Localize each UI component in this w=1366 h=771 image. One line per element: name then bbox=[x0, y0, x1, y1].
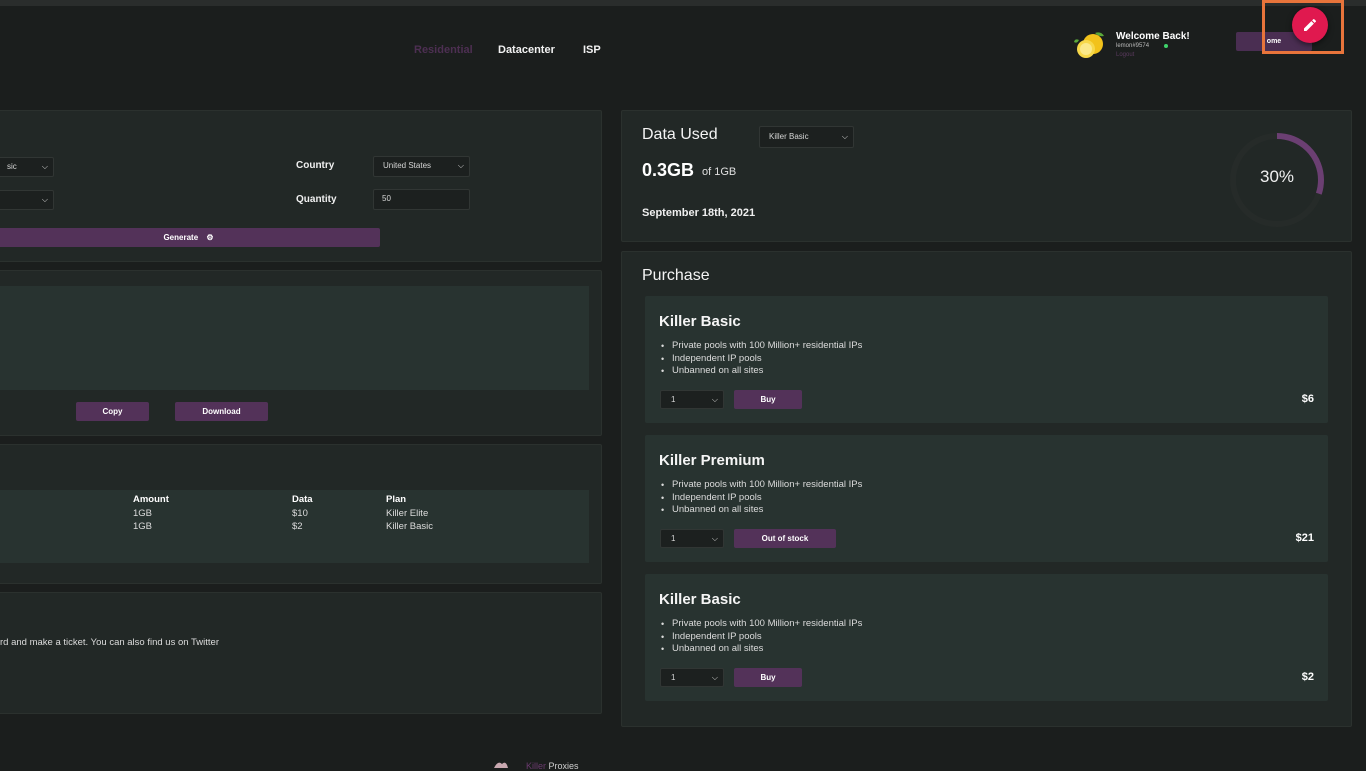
chevron-down-icon: ⌵ bbox=[41, 195, 48, 204]
plan-select-value: sic bbox=[7, 162, 17, 171]
plan-price: $2 bbox=[1301, 671, 1314, 683]
list-item: Private pools with 100 Million+ resident… bbox=[661, 479, 862, 492]
plan-card: Killer Premium Private pools with 100 Mi… bbox=[645, 435, 1328, 562]
highlight-box bbox=[1262, 0, 1344, 54]
list-item: Private pools with 100 Million+ resident… bbox=[661, 340, 862, 353]
buy-button[interactable]: Buy bbox=[734, 390, 802, 409]
plan-card: Killer Basic Private pools with 100 Mill… bbox=[645, 296, 1328, 423]
top-strip bbox=[0, 0, 1366, 6]
plan-feature-list: Private pools with 100 Million+ resident… bbox=[661, 340, 862, 378]
usage-plan-select[interactable]: Killer Basic ⌵ bbox=[759, 126, 854, 148]
history-table: Amount Data Plan 1GB $10 Killer Elite 1G… bbox=[0, 490, 589, 563]
plan-quantity-select[interactable]: 1 ⌵ bbox=[660, 668, 724, 687]
buy-button[interactable]: Buy bbox=[734, 668, 802, 687]
list-item: Unbanned on all sites bbox=[661, 365, 862, 378]
chevron-down-icon: ⌵ bbox=[711, 395, 718, 404]
usage-percent-label: 30% bbox=[1259, 167, 1295, 186]
support-panel bbox=[0, 592, 602, 714]
lemon-avatar-icon[interactable] bbox=[1073, 30, 1107, 60]
list-item: Independent IP pools bbox=[661, 353, 862, 366]
online-status-dot bbox=[1164, 44, 1168, 48]
country-label: Country bbox=[296, 160, 335, 171]
copy-button[interactable]: Copy bbox=[76, 402, 149, 421]
list-item: Independent IP pools bbox=[661, 631, 862, 644]
plan-quantity-select[interactable]: 1 ⌵ bbox=[660, 390, 724, 409]
welcome-text: Welcome Back! bbox=[1116, 31, 1190, 42]
plan-quantity-value: 1 bbox=[671, 395, 676, 404]
list-item: Unbanned on all sites bbox=[661, 504, 862, 517]
type-select[interactable]: ⌵ bbox=[0, 190, 54, 210]
footer-brand-accent: Killer bbox=[526, 761, 547, 771]
nav-isp[interactable]: ISP bbox=[583, 44, 601, 56]
chevron-down-icon: ⌵ bbox=[711, 673, 718, 682]
footer-brand-rest: Proxies bbox=[546, 761, 579, 771]
list-item: Unbanned on all sites bbox=[661, 643, 862, 656]
country-select-value: United States bbox=[383, 161, 432, 170]
chevron-down-icon: ⌵ bbox=[41, 162, 48, 171]
plan-card-title: Killer Premium bbox=[659, 452, 765, 469]
table-cell: Killer Basic bbox=[386, 521, 433, 532]
table-cell: $2 bbox=[292, 521, 303, 532]
plan-quantity-value: 1 bbox=[671, 534, 676, 543]
usage-plan-value: Killer Basic bbox=[769, 132, 809, 141]
logout-link[interactable]: Logout bbox=[1116, 52, 1134, 58]
chevron-down-icon: ⌵ bbox=[457, 161, 464, 170]
list-item: Private pools with 100 Million+ resident… bbox=[661, 618, 862, 631]
nav-residential[interactable]: Residential bbox=[414, 44, 473, 56]
brand-logo-icon bbox=[494, 762, 508, 768]
purchase-title: Purchase bbox=[642, 267, 710, 284]
output-panel: Copy Download bbox=[0, 270, 602, 436]
plan-card: Killer Basic Private pools with 100 Mill… bbox=[645, 574, 1328, 701]
username: lemon#9574 bbox=[1116, 43, 1150, 49]
column-plan: Plan bbox=[386, 494, 407, 505]
chevron-down-icon: ⌵ bbox=[841, 132, 848, 141]
quantity-input[interactable]: 50 bbox=[373, 189, 470, 210]
plan-price: $21 bbox=[1295, 532, 1314, 544]
data-used-title: Data Used bbox=[642, 126, 718, 143]
nav-datacenter[interactable]: Datacenter bbox=[498, 44, 555, 56]
plan-price: $6 bbox=[1301, 393, 1314, 405]
generate-button[interactable]: Generate ⚙ bbox=[0, 228, 380, 247]
plan-select[interactable]: sic ⌵ bbox=[0, 157, 54, 177]
out-of-stock-button[interactable]: Out of stock bbox=[734, 529, 836, 548]
generate-label: Generate bbox=[163, 233, 199, 242]
table-cell: 1GB bbox=[133, 508, 153, 519]
proxy-output-area[interactable] bbox=[0, 286, 589, 390]
table-cell: Killer Elite bbox=[386, 508, 429, 519]
chevron-down-icon: ⌵ bbox=[711, 534, 718, 543]
plan-feature-list: Private pools with 100 Million+ resident… bbox=[661, 618, 862, 656]
data-used-amount: 0.3GB bbox=[642, 160, 695, 180]
quantity-label: Quantity bbox=[296, 194, 337, 205]
column-amount: Amount bbox=[133, 494, 169, 505]
plan-quantity-value: 1 bbox=[671, 673, 676, 682]
plan-feature-list: Private pools with 100 Million+ resident… bbox=[661, 479, 862, 517]
usage-date: September 18th, 2021 bbox=[642, 207, 756, 219]
table-cell: $10 bbox=[292, 508, 308, 519]
support-text: rd and make a ticket. You can also find … bbox=[0, 637, 219, 648]
plan-quantity-select[interactable]: 1 ⌵ bbox=[660, 529, 724, 548]
download-button[interactable]: Download bbox=[175, 402, 268, 421]
column-data: Data bbox=[292, 494, 313, 505]
footer-brand: Killer Proxies bbox=[526, 761, 579, 771]
plan-card-title: Killer Basic bbox=[659, 313, 741, 330]
data-total-text: of 1GB bbox=[702, 166, 737, 178]
country-select[interactable]: United States ⌵ bbox=[373, 156, 470, 177]
generator-panel: sic ⌵ ⌵ Country United States ⌵ Quantity… bbox=[0, 110, 602, 262]
list-item: Independent IP pools bbox=[661, 492, 862, 505]
table-cell: 1GB bbox=[133, 521, 153, 532]
plan-card-title: Killer Basic bbox=[659, 591, 741, 608]
gear-icon: ⚙ bbox=[206, 233, 214, 242]
history-panel: Amount Data Plan 1GB $10 Killer Elite 1G… bbox=[0, 444, 602, 584]
